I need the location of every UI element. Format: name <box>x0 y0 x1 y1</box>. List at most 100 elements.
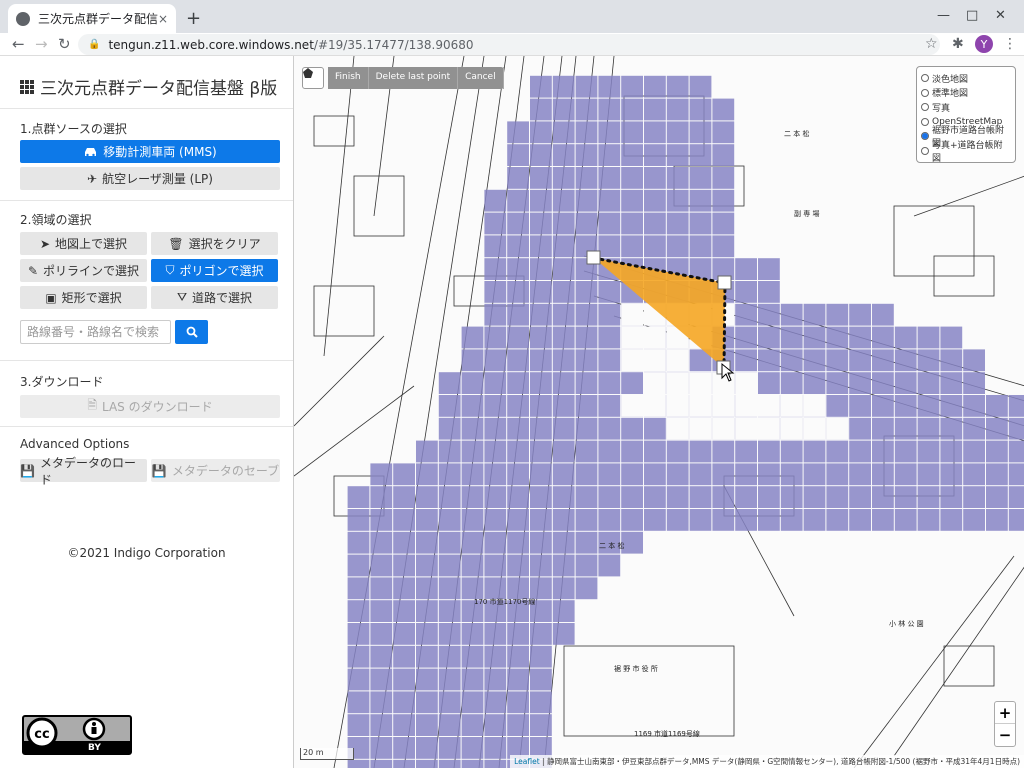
point-cloud-tile <box>644 440 666 463</box>
point-cloud-tile <box>621 98 643 121</box>
radio-button-selected[interactable] <box>921 132 929 141</box>
layer-option[interactable]: 写真+道路台帳附図 <box>921 141 1011 164</box>
point-cloud-tile <box>484 714 507 736</box>
radio-button[interactable] <box>921 88 929 97</box>
layer-option[interactable]: 写真 <box>921 100 1011 115</box>
cancel-drawing-button[interactable]: Cancel <box>458 67 504 89</box>
radio-button[interactable] <box>921 117 929 126</box>
point-cloud-tile <box>644 144 666 166</box>
map-label: 170 市道1170号線 <box>474 597 535 606</box>
address-bar[interactable]: 🔒 tengun.z11.web.core.windows.net/#19/35… <box>78 34 940 55</box>
point-cloud-tile <box>530 326 552 349</box>
leaflet-link[interactable]: Leaflet <box>514 757 540 766</box>
point-cloud-tile <box>872 417 894 440</box>
point-cloud-tile <box>689 212 712 235</box>
point-cloud-tile <box>393 623 415 645</box>
tile-gap <box>666 417 689 440</box>
layer-option[interactable]: 淡色地図 <box>921 71 1011 86</box>
radio-button[interactable] <box>921 146 929 155</box>
point-cloud-tile <box>963 349 985 372</box>
point-cloud-tile <box>712 121 735 144</box>
point-cloud-tile <box>598 554 621 577</box>
road-line <box>294 335 385 427</box>
point-cloud-tile <box>598 326 621 349</box>
point-cloud-tile <box>872 440 894 463</box>
point-cloud-tile <box>689 235 712 258</box>
radio-button[interactable] <box>921 103 929 112</box>
radio-button[interactable] <box>921 74 929 83</box>
lp-source-button[interactable]: ✈ 航空レーザ測量 (LP) <box>20 167 280 190</box>
point-cloud-tile <box>484 235 507 258</box>
cc-by-logo: cc <box>24 717 130 753</box>
point-cloud-tile <box>644 463 666 486</box>
point-cloud-tile <box>393 691 415 714</box>
point-cloud-tile <box>644 167 666 189</box>
new-tab-button[interactable]: + <box>186 8 201 29</box>
point-cloud-tile <box>530 531 552 554</box>
clear-selection-button[interactable]: 🗑 選択をクリア <box>151 232 278 255</box>
section-download-label: 3.ダウンロード <box>20 375 104 389</box>
route-search-input[interactable] <box>20 320 171 344</box>
point-cloud-tile <box>917 509 940 531</box>
point-cloud-tile <box>347 486 370 508</box>
menu-dots-icon[interactable]: ⋮ <box>1003 36 1017 52</box>
map-canvas[interactable]: 二 本 松二 本 松裾 野 市 役 所1169 市道1169号線170 市道11… <box>294 56 1024 768</box>
select-road-button[interactable]: ⛛ 道路で選択 <box>151 286 278 309</box>
delete-last-point-button[interactable]: Delete last point <box>369 67 459 89</box>
select-polygon-button[interactable]: ⛉ ポリゴンで選択 <box>151 259 278 282</box>
close-tab-icon[interactable]: × <box>158 12 168 26</box>
profile-avatar[interactable]: Y <box>975 35 993 53</box>
point-cloud-tile <box>849 463 871 486</box>
tile-gap <box>780 417 803 440</box>
select-on-map-button[interactable]: ➤ 地図上で選択 <box>20 232 147 255</box>
point-cloud-tile-grid[interactable] <box>347 75 1024 768</box>
point-cloud-tile <box>507 577 529 600</box>
point-cloud-tile <box>598 75 621 98</box>
map-view[interactable]: 二 本 松二 本 松裾 野 市 役 所 1169 市道1169号線 170 市道11… <box>293 56 1024 768</box>
map-label: 1169 市道1169号線 <box>634 729 700 738</box>
select-polyline-button[interactable]: ✎ ポリラインで選択 <box>20 259 147 282</box>
layer-option[interactable]: 標準地図 <box>921 86 1011 101</box>
reload-icon[interactable]: ↻ <box>58 35 71 53</box>
window-close-icon[interactable]: ✕ <box>995 8 1006 23</box>
url-path: /#19/35.17477/138.90680 <box>313 37 474 52</box>
point-cloud-tile <box>826 440 849 463</box>
maximize-icon[interactable]: □ <box>966 8 978 23</box>
map-label: 裾 野 市 役 所 <box>614 664 658 673</box>
extensions-icon[interactable]: ✱ <box>952 36 964 52</box>
point-cloud-tile <box>849 417 871 440</box>
minimize-icon[interactable]: — <box>937 8 950 23</box>
point-cloud-tile <box>666 440 689 463</box>
back-icon[interactable]: ← <box>12 35 25 53</box>
zoom-in-button[interactable]: + <box>995 702 1015 724</box>
point-cloud-tile <box>917 417 940 440</box>
pencil-icon: ✎ <box>27 263 39 278</box>
forward-icon[interactable]: → <box>35 35 48 53</box>
point-cloud-tile <box>849 303 871 326</box>
download-las-button[interactable]: 🗎 LAS のダウンロード <box>20 395 280 418</box>
point-cloud-tile <box>689 98 712 121</box>
point-cloud-tile <box>507 212 529 235</box>
point-cloud-tile <box>575 440 598 463</box>
save-metadata-button[interactable]: 💾 メタデータのセーブ <box>151 459 280 482</box>
finish-drawing-button[interactable]: Finish <box>328 67 369 89</box>
point-cloud-tile <box>416 486 438 508</box>
bookmark-star-icon[interactable]: ☆ <box>925 36 938 52</box>
draw-polygon-button[interactable] <box>302 67 324 89</box>
search-button[interactable] <box>175 320 208 344</box>
point-cloud-tile <box>689 509 712 531</box>
point-cloud-tile <box>598 144 621 166</box>
point-cloud-tile <box>598 372 621 394</box>
point-cloud-tile <box>530 349 552 372</box>
cc-by-license-badge[interactable]: cc BY <box>22 715 132 755</box>
point-cloud-tile <box>416 737 438 759</box>
tile-gap <box>826 417 849 440</box>
zoom-out-button[interactable]: − <box>995 724 1015 746</box>
load-metadata-button[interactable]: 💾 メタデータのロード <box>20 456 147 487</box>
point-cloud-tile <box>894 372 917 394</box>
point-cloud-tile <box>849 326 871 349</box>
select-rect-button[interactable]: ▣ 矩形で選択 <box>20 286 147 309</box>
rectangle-icon: ▣ <box>45 290 57 305</box>
mms-source-button[interactable]: 移動計測車両 (MMS) <box>20 140 280 163</box>
browser-tab[interactable]: 三次元点群データ配信基盤 β版 × <box>8 4 176 33</box>
